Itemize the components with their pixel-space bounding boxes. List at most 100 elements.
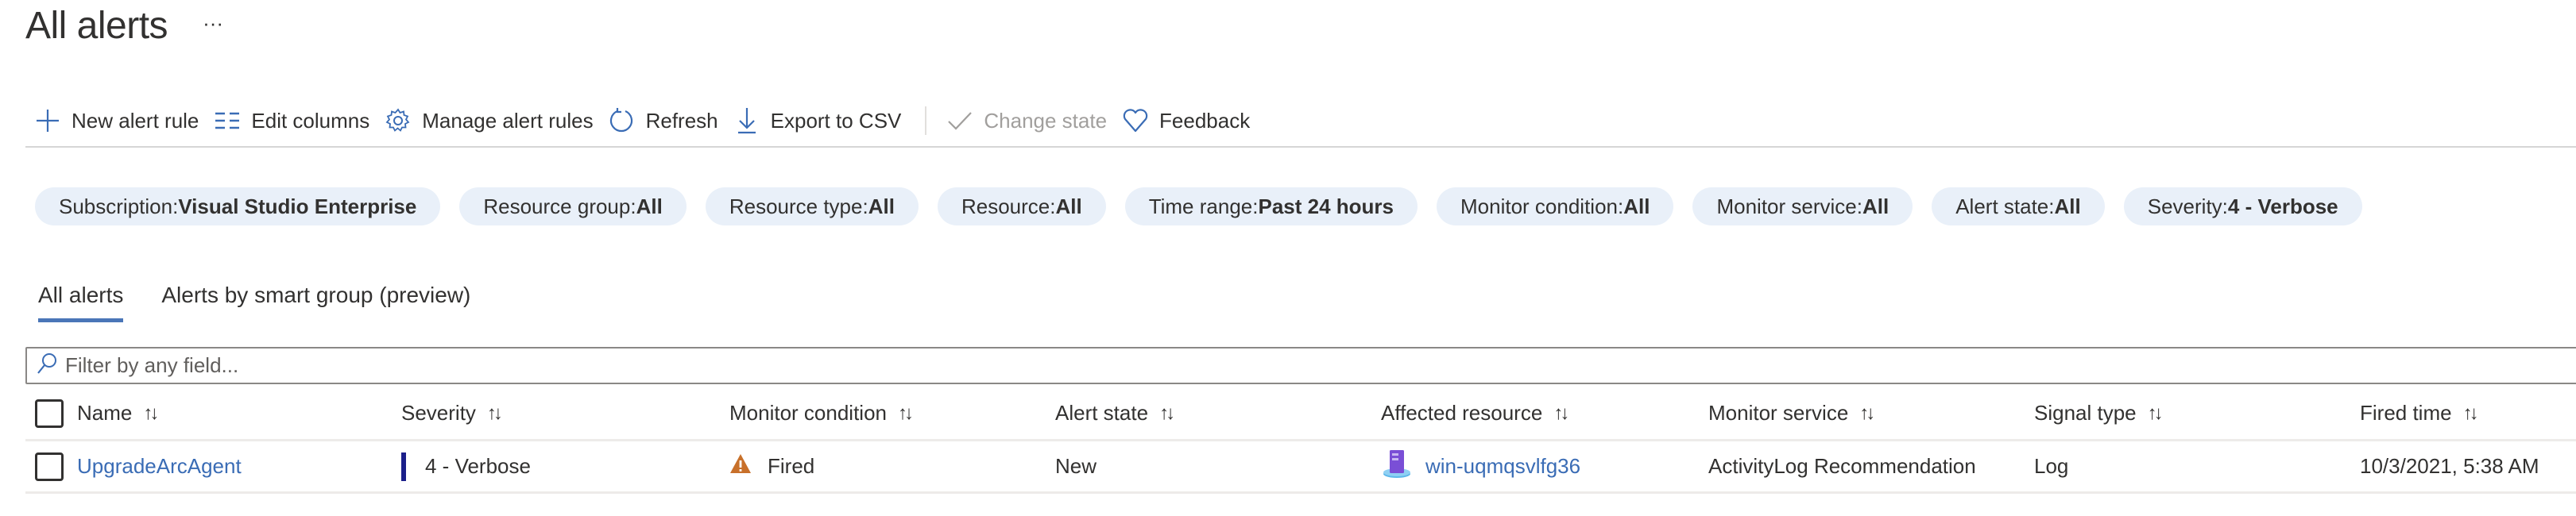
pill-separator: : — [2222, 194, 2228, 218]
more-options-button[interactable]: ··· — [203, 13, 223, 33]
change-state-button[interactable]: Change state — [939, 103, 1115, 138]
column-header-fired-time[interactable]: Fired time ↑↓ — [2360, 387, 2479, 439]
column-label: Affected resource — [1381, 401, 1543, 425]
pill-key: Resource type — [729, 194, 863, 218]
signal-type-value: Log — [2034, 454, 2069, 478]
toolbar-divider — [925, 106, 927, 135]
column-header-monitor-service[interactable]: Monitor service ↑↓ — [1708, 387, 1875, 439]
filter-pill-resource[interactable]: Resource : All — [937, 187, 1106, 225]
pill-key: Time range — [1148, 194, 1253, 218]
column-header-name[interactable]: Name ↑↓ — [77, 387, 159, 439]
column-header-severity[interactable]: Severity ↑↓ — [401, 387, 503, 439]
pill-value: All — [2054, 194, 2081, 218]
pill-key: Subscription — [59, 194, 173, 218]
gear-icon — [385, 108, 411, 133]
sort-icon[interactable]: ↑↓ — [898, 402, 914, 425]
edit-columns-button[interactable]: Edit columns — [207, 103, 377, 138]
view-tabs: All alerts Alerts by smart group (previe… — [38, 283, 470, 322]
column-label: Name — [77, 401, 133, 425]
feedback-button[interactable]: Feedback — [1115, 103, 1258, 138]
export-csv-button[interactable]: Export to CSV — [726, 103, 910, 138]
pill-key: Alert state — [1955, 194, 2049, 218]
pill-key: Severity — [2147, 194, 2222, 218]
export-csv-label: Export to CSV — [770, 108, 902, 133]
column-label: Fired time — [2360, 401, 2452, 425]
column-label: Severity — [401, 401, 476, 425]
filter-search-box — [25, 347, 2576, 384]
pill-value: All — [1055, 194, 1082, 218]
pill-separator: : — [1050, 194, 1056, 218]
column-header-monitor-condition[interactable]: Monitor condition ↑↓ — [729, 387, 914, 439]
column-header-affected-resource[interactable]: Affected resource ↑↓ — [1381, 387, 1569, 439]
sort-icon[interactable]: ↑↓ — [2463, 402, 2479, 425]
filter-pill-subscription[interactable]: Subscription : Visual Studio Enterprise — [35, 187, 441, 225]
checkmark-icon — [947, 108, 973, 133]
column-label: Signal type — [2034, 401, 2137, 425]
severity-indicator — [401, 452, 406, 481]
server-icon — [1381, 448, 1425, 485]
pill-value: All — [868, 194, 895, 218]
sort-icon[interactable]: ↑↓ — [2148, 402, 2164, 425]
column-header-signal-type[interactable]: Signal type ↑↓ — [2034, 387, 2164, 439]
filter-pill-severity[interactable]: Severity : 4 - Verbose — [2123, 187, 2362, 225]
pill-value: Visual Studio Enterprise — [178, 194, 417, 218]
tab-alerts-by-smart-group[interactable]: Alerts by smart group (preview) — [161, 283, 470, 319]
filter-pill-resource-type[interactable]: Resource type : All — [705, 187, 919, 225]
new-alert-rule-label: New alert rule — [72, 108, 199, 133]
new-alert-rule-button[interactable]: New alert rule — [25, 103, 207, 138]
refresh-label: Refresh — [645, 108, 718, 133]
affected-resource-link[interactable]: win-uqmqsvlfg36 — [1425, 454, 1580, 479]
column-label: Alert state — [1055, 401, 1149, 425]
edit-columns-icon — [215, 108, 240, 133]
pill-value: 4 - Verbose — [2227, 194, 2338, 218]
pill-key: Resource group — [483, 194, 631, 218]
pill-separator: : — [1618, 194, 1624, 218]
change-state-label: Change state — [984, 108, 1108, 133]
monitor-service-value: ActivityLog Recommendation — [1708, 454, 1976, 478]
sort-icon[interactable]: ↑↓ — [487, 402, 503, 425]
pill-separator: : — [172, 194, 179, 218]
tab-all-alerts[interactable]: All alerts — [38, 283, 124, 322]
pill-separator: : — [630, 194, 636, 218]
filter-pill-alert-state[interactable]: Alert state : All — [1932, 187, 2105, 225]
filter-pill-resource-group[interactable]: Resource group : All — [459, 187, 687, 225]
download-icon — [734, 108, 760, 134]
warning-icon — [729, 452, 768, 480]
pill-value: All — [1623, 194, 1650, 218]
page-title: All alerts — [25, 4, 168, 47]
table-row[interactable]: UpgradeArcAgent 4 - Verbose Fired New wi… — [25, 441, 2576, 494]
manage-alert-rules-button[interactable]: Manage alert rules — [377, 103, 601, 138]
pill-separator: : — [1856, 194, 1862, 218]
pill-value: Past 24 hours — [1258, 194, 1394, 218]
pill-value: All — [636, 194, 663, 218]
pill-value: All — [1862, 194, 1889, 218]
sort-icon[interactable]: ↑↓ — [1859, 402, 1875, 425]
feedback-label: Feedback — [1159, 108, 1251, 133]
filter-pills: Subscription : Visual Studio Enterprise … — [35, 187, 2362, 225]
monitor-condition-value: Fired — [768, 454, 815, 478]
pill-key: Resource — [961, 194, 1050, 218]
column-header-alert-state[interactable]: Alert state ↑↓ — [1055, 387, 1175, 439]
search-icon — [37, 352, 57, 379]
select-all-checkbox[interactable] — [35, 399, 64, 428]
filter-input[interactable] — [65, 353, 2576, 378]
alert-state-value: New — [1055, 454, 1097, 478]
manage-alert-rules-label: Manage alert rules — [422, 108, 594, 133]
refresh-icon — [609, 108, 635, 133]
row-checkbox[interactable] — [35, 452, 64, 481]
plus-icon — [35, 108, 60, 133]
sort-icon[interactable]: ↑↓ — [1159, 402, 1175, 425]
filter-pill-monitor-service[interactable]: Monitor service : All — [1692, 187, 1913, 225]
sort-icon[interactable]: ↑↓ — [1553, 402, 1569, 425]
sort-icon[interactable]: ↑↓ — [143, 402, 159, 425]
refresh-button[interactable]: Refresh — [601, 103, 726, 138]
filter-pill-monitor-condition[interactable]: Monitor condition : All — [1437, 187, 1674, 225]
edit-columns-label: Edit columns — [251, 108, 370, 133]
pill-key: Monitor condition — [1460, 194, 1618, 218]
pill-separator: : — [862, 194, 868, 218]
alerts-table: Name ↑↓ Severity ↑↓ Monitor condition ↑↓ Al… — [25, 387, 2576, 494]
alert-name-link[interactable]: UpgradeArcAgent — [77, 454, 242, 479]
pill-separator: : — [2048, 194, 2055, 218]
filter-pill-time-range[interactable]: Time range : Past 24 hours — [1124, 187, 1418, 225]
column-label: Monitor service — [1708, 401, 1849, 425]
